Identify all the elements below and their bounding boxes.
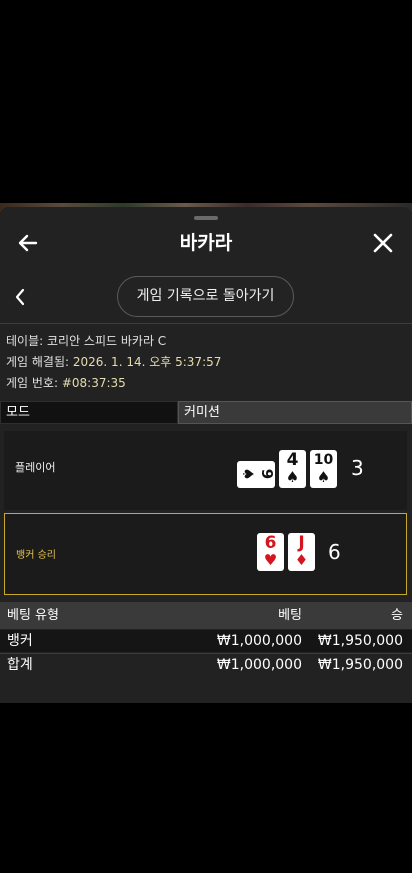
chevron-left-icon[interactable] — [10, 285, 30, 309]
bet-amount-cell: ₩1,000,000 — [216, 633, 302, 649]
header-bet-type: 베팅 유형 — [7, 608, 59, 623]
header-bet: 베팅 — [278, 608, 302, 623]
banker-card-1-suit: ♥ — [263, 551, 278, 569]
game-details-sheet: 바카라 게임 기록으로 돌아가기 테이블: 코리안 스피드 바카라 C 게임 해… — [0, 207, 412, 703]
drag-handle[interactable] — [194, 216, 218, 220]
tab-commission[interactable]: 커미션 — [178, 401, 412, 424]
banker-score: 6 — [328, 540, 341, 564]
banker-card-2-suit: ♦ — [294, 551, 309, 569]
table-info: 테이블: 코리안 스피드 바카라 C — [6, 333, 166, 349]
header-win: 승 — [391, 608, 403, 623]
bet-type-cell: 뱅커 — [7, 633, 33, 649]
player-hand-panel: 플레이어 9 ♠ 4 ♠ 10 ♠ 3 — [4, 431, 407, 510]
banker-win-label: 뱅커 승리 — [16, 550, 56, 561]
back-to-history-button[interactable]: 게임 기록으로 돌아가기 — [117, 276, 294, 317]
divider — [0, 323, 412, 324]
player-card-2-rank: 4 — [286, 450, 299, 470]
mode-tabs: 모드 커미션 — [0, 401, 412, 424]
page-title: 바카라 — [179, 232, 233, 254]
table-value: 코리안 스피드 바카라 C — [47, 334, 167, 348]
resolved-label: 게임 해결됨: — [6, 355, 70, 369]
resolved-value: 2026. 1. 14. 오후 5:37:57 — [72, 355, 222, 369]
table-label: 테이블: — [6, 334, 44, 348]
banker-hand-panel: 뱅커 승리 6 ♥ J ♦ 6 — [4, 513, 407, 595]
total-bet-cell: ₩1,000,000 — [216, 657, 302, 673]
total-label-cell: 합계 — [7, 657, 33, 673]
player-score: 3 — [351, 456, 364, 480]
bet-table-header: 베팅 유형 베팅 승 — [0, 602, 412, 629]
banker-card-1-rank: 6 — [264, 533, 277, 553]
game-number-info: 게임 번호: #08:37:35 — [6, 375, 126, 391]
player-card-2: 4 ♠ — [279, 450, 306, 488]
player-card-3-rank: 10 — [313, 452, 334, 468]
player-card-3-suit: ♠ — [316, 468, 331, 486]
player-card-2-suit: ♠ — [285, 468, 300, 486]
banker-card-1: 6 ♥ — [257, 533, 284, 571]
banker-card-2-rank: J — [298, 533, 305, 553]
player-card-3: 10 ♠ — [310, 450, 337, 488]
player-card-1-rank: 9 — [258, 469, 275, 479]
table-row: 뱅커 ₩1,000,000 ₩1,950,000 — [0, 630, 412, 652]
banker-card-2: J ♦ — [288, 533, 315, 571]
player-card-1: 9 ♠ — [237, 461, 276, 488]
game-number-value: #08:37:35 — [61, 376, 126, 390]
player-label: 플레이어 — [15, 461, 56, 474]
win-amount-cell: ₩1,950,000 — [317, 633, 403, 649]
game-number-label: 게임 번호: — [6, 376, 59, 390]
tab-mode[interactable]: 모드 — [0, 401, 178, 424]
table-row-total: 합계 ₩1,000,000 ₩1,950,000 — [0, 654, 412, 676]
player-card-1-suit: ♠ — [239, 467, 257, 480]
total-win-cell: ₩1,950,000 — [317, 657, 403, 673]
resolved-info: 게임 해결됨: 2026. 1. 14. 오후 5:37:57 — [6, 354, 221, 370]
close-icon[interactable] — [370, 229, 396, 257]
